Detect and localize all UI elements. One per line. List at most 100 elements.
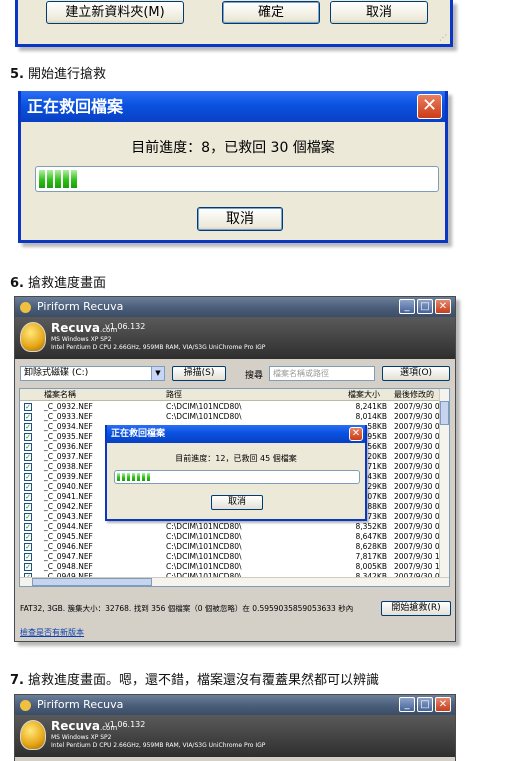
row-size: 71KB (367, 462, 387, 471)
row-modified: 2007/9/30 09 (394, 542, 445, 551)
table-row[interactable]: ✓ _C_0933.NEF C:\DCIM\101NCD80\ 8,014KB 2007… (20, 412, 449, 422)
row-modified: 2007/9/30 09 (394, 442, 445, 451)
row-checkbox[interactable]: ✓ (24, 473, 32, 481)
maximize-icon[interactable]: □ (417, 697, 433, 712)
row-checkbox[interactable]: ✓ (24, 463, 32, 471)
row-checkbox[interactable]: ✓ (24, 453, 32, 461)
chevron-down-icon[interactable]: ▼ (151, 367, 164, 380)
column-name[interactable]: 檔案名稱 (44, 389, 76, 400)
row-modified: 2007/9/30 10 (394, 562, 445, 571)
row-modified: 2007/9/30 09 (394, 492, 445, 501)
close-icon[interactable]: ✕ (435, 299, 451, 314)
row-size: 95KB (367, 432, 387, 441)
row-checkbox[interactable]: ✓ (24, 433, 32, 441)
column-modified[interactable]: 最後修改的 (394, 389, 434, 400)
column-path[interactable]: 路徑 (166, 389, 182, 400)
row-size: 43KB (367, 472, 387, 481)
row-name: _C_0940.NEF (44, 482, 93, 491)
folder-dialog-fragment: 建立新資料夾(M) 確定 取消 ⋰ (15, 0, 453, 47)
vertical-scrollbar[interactable] (439, 389, 449, 586)
table-row[interactable]: ✓ _C_0946.NEF C:\DCIM\101NCD80\ 8,628KB 2007… (20, 542, 449, 552)
new-folder-button[interactable]: 建立新資料夾(M) (46, 1, 184, 24)
maximize-icon[interactable]: □ (417, 299, 433, 314)
recuva-logo-icon (20, 322, 46, 352)
table-row[interactable]: ✓ _C_0945.NEF C:\DCIM\101NCD80\ 8,647KB 2007… (20, 532, 449, 542)
row-checkbox[interactable]: ✓ (24, 423, 32, 431)
check-update-link[interactable]: 檢查是否有新版本 (20, 627, 84, 638)
recuva-title: Piriform Recuva (37, 698, 124, 711)
row-checkbox[interactable]: ✓ (24, 553, 32, 561)
row-modified: 2007/9/30 09 (394, 472, 445, 481)
close-icon[interactable]: ✕ (417, 94, 442, 119)
table-row[interactable]: ✓ _C_0948.NEF C:\DCIM\101NCD80\ 8,005KB 2007… (20, 562, 449, 572)
recuva-window: Piriform Recuva _ □ ✕ Recuva.com v1.06.1… (14, 296, 456, 642)
row-path: C:\DCIM\101NCD80\ (166, 532, 242, 541)
search-input[interactable]: 檔案名稱或路徑 (269, 366, 375, 381)
inner-progress-bar (114, 470, 360, 484)
recuva-version: v1.06.132 (105, 720, 146, 729)
row-modified: 2007/9/30 09 (394, 512, 445, 521)
row-path: C:\DCIM\101NCD80\ (166, 542, 242, 551)
row-checkbox[interactable]: ✓ (24, 523, 32, 531)
row-checkbox[interactable]: ✓ (24, 533, 32, 541)
recovery-dialog-title: 正在救回檔案 (21, 91, 445, 122)
row-name: _C_0944.NEF (44, 522, 93, 531)
close-icon[interactable]: ✕ (435, 697, 451, 712)
row-name: _C_0933.NEF (44, 412, 93, 421)
drive-select[interactable]: 卸除式磁碟 (C:) ▼ (20, 366, 165, 381)
row-checkbox[interactable]: ✓ (24, 563, 32, 571)
row-modified: 2007/9/30 09 (394, 462, 445, 471)
row-checkbox[interactable]: ✓ (24, 413, 32, 421)
recuva-system-info: MS Windows XP SP2 Intel Pentium D CPU 2.… (51, 734, 266, 749)
row-checkbox[interactable]: ✓ (24, 403, 32, 411)
row-size: 8,014KB (355, 412, 387, 421)
close-icon[interactable]: ✕ (349, 427, 363, 441)
column-size[interactable]: 檔案大小 (348, 389, 380, 400)
row-modified: 2007/9/30 09 (394, 522, 445, 531)
row-name: _C_0942.NEF (44, 502, 93, 511)
recovery-cancel-button[interactable]: 取消 (197, 207, 283, 231)
row-modified: 2007/9/30 10 (394, 552, 445, 561)
row-checkbox[interactable]: ✓ (24, 503, 32, 511)
row-name: _C_0932.NEF (44, 402, 93, 411)
row-checkbox[interactable]: ✓ (24, 513, 32, 521)
row-size: 29KB (367, 482, 387, 491)
horizontal-scrollbar[interactable] (20, 577, 449, 586)
row-path: C:\DCIM\101NCD80\ (166, 552, 242, 561)
row-modified: 2007/9/30 09 (394, 502, 445, 511)
recuva-title-bar: Piriform Recuva (15, 297, 455, 317)
options-button[interactable]: 選項(O) (382, 366, 450, 381)
row-modified: 2007/9/30 09 (394, 422, 445, 431)
row-size: 88KB (367, 502, 387, 511)
recover-button[interactable]: 開始搶救(R) (381, 601, 451, 616)
cancel-button[interactable]: 取消 (330, 1, 428, 24)
table-row[interactable]: ✓ _C_0947.NEF C:\DCIM\101NCD80\ 7,817KB 2007… (20, 552, 449, 562)
scan-button[interactable]: 掃描(S) (172, 366, 226, 381)
row-name: _C_0947.NEF (44, 552, 93, 561)
recuva-app-icon (20, 700, 31, 711)
recuva-header: Recuva.com v1.06.132 MS Windows XP SP2 I… (15, 317, 455, 359)
recuva-logo-icon (20, 720, 46, 750)
row-name: _C_0946.NEF (44, 542, 93, 551)
recuva-toolbar: 卸除式磁碟 (C:) ▼ 掃描(S) 搜尋 檔案名稱或路徑 選項(O) (15, 359, 455, 387)
recuva-version: v1.06.132 (105, 322, 146, 331)
row-modified: 2007/9/30 09 (394, 532, 445, 541)
table-row[interactable]: ✓ _C_0944.NEF C:\DCIM\101NCD80\ 8,352KB 2007… (20, 522, 449, 532)
step-6-label: 6. 搶救進度畫面 (10, 276, 106, 291)
resize-grip-icon[interactable]: ⋰ (439, 33, 447, 42)
minimize-icon[interactable]: _ (399, 697, 415, 712)
table-row[interactable]: ✓ _C_0932.NEF C:\DCIM\101NCD80\ 8,241KB 2007… (20, 402, 449, 412)
row-checkbox[interactable]: ✓ (24, 493, 32, 501)
row-name: _C_0937.NEF (44, 452, 93, 461)
ok-button[interactable]: 確定 (222, 1, 320, 24)
row-checkbox[interactable]: ✓ (24, 443, 32, 451)
row-name: _C_0936.NEF (44, 442, 93, 451)
row-name: _C_0938.NEF (44, 462, 93, 471)
inner-cancel-button[interactable]: 取消 (211, 495, 263, 510)
row-modified: 2007/9/30 09 (394, 432, 445, 441)
row-checkbox[interactable]: ✓ (24, 483, 32, 491)
row-size: 8,241KB (355, 402, 387, 411)
row-checkbox[interactable]: ✓ (24, 543, 32, 551)
row-path: C:\DCIM\101NCD80\ (166, 522, 242, 531)
minimize-icon[interactable]: _ (399, 299, 415, 314)
